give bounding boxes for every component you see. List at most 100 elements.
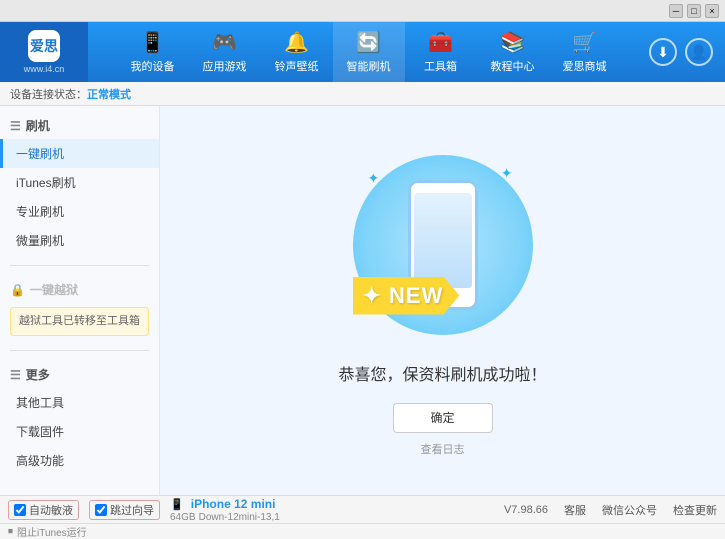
nav-apps-games-label: 应用游戏: [203, 58, 247, 74]
jailbreak-section-header: 🔒 一键越狱: [0, 276, 159, 303]
auto-complete-label: 自动敏液: [29, 502, 73, 518]
nav-ringtones-label: 铃声壁纸: [275, 58, 319, 74]
nav-my-device[interactable]: 📱 我的设备: [117, 22, 189, 82]
maximize-button[interactable]: □: [687, 4, 701, 18]
sidebar-divider-1: [10, 265, 149, 266]
sidebar-item-one-click-flash[interactable]: 一键刷机: [0, 139, 159, 168]
device-storage: 64GB: [170, 512, 196, 523]
download-firmware-label: 下载固件: [16, 425, 64, 439]
support-link[interactable]: 客服: [564, 502, 586, 518]
sidebar-item-pro-flash[interactable]: 专业刷机: [0, 197, 159, 226]
device-system-text: Down-12mini-13,1: [199, 512, 280, 523]
download-button[interactable]: ⬇: [649, 38, 677, 66]
new-badge-text: NEW: [389, 283, 443, 308]
jailbreak-lock-icon: 🔒: [10, 283, 25, 297]
nav-apps-games[interactable]: 🎮 应用游戏: [189, 22, 261, 82]
show-today-link[interactable]: 查看日志: [421, 441, 465, 457]
main-area: ☰ 刷机 一键刷机 iTunes刷机 专业刷机 微量刷机 🔒 一键越狱: [0, 106, 725, 495]
content-area: ✦ ✦ ✦ NEW 恭喜您，保资料刷机成功啦！ 确定 查看日志: [160, 106, 725, 495]
bottom-checkboxes: 自动敏液 跳过向导: [8, 500, 160, 520]
advanced-label: 高级功能: [16, 454, 64, 468]
main-nav: 📱 我的设备 🎮 应用游戏 🔔 铃声壁纸 🔄 智能刷机 🧰 工具箱 📚 教程中心…: [88, 22, 649, 82]
ringtones-icon: 🔔: [284, 30, 309, 55]
flash-section-title: 刷机: [26, 117, 50, 134]
new-banner: NEW: [353, 277, 460, 315]
nav-ringtones[interactable]: 🔔 铃声壁纸: [261, 22, 333, 82]
itunes-status-text: 阻止iTunes运行: [17, 524, 87, 539]
my-device-icon: 📱: [140, 30, 165, 55]
phone-screen: [414, 193, 472, 288]
toolbox-icon: 🧰: [428, 30, 453, 55]
title-bar: ─ □ ×: [0, 0, 725, 22]
logo-icon: 爱思: [28, 30, 60, 62]
skip-wizard-label: 跳过向导: [110, 502, 154, 518]
nav-my-device-label: 我的设备: [131, 58, 175, 74]
account-button[interactable]: 👤: [685, 38, 713, 66]
close-button[interactable]: ×: [705, 4, 719, 18]
nav-tutorial[interactable]: 📚 教程中心: [477, 22, 549, 82]
nav-smart-flash-label: 智能刷机: [347, 58, 391, 74]
pro-flash-label: 专业刷机: [16, 205, 64, 219]
apps-games-icon: 🎮: [212, 30, 237, 55]
confirm-btn-label: 确定: [430, 409, 454, 426]
nav-smart-flash[interactable]: 🔄 智能刷机: [333, 22, 405, 82]
sidebar: ☰ 刷机 一键刷机 iTunes刷机 专业刷机 微量刷机 🔒 一键越狱: [0, 106, 160, 495]
minimize-button[interactable]: ─: [669, 4, 683, 18]
nav-right-buttons: ⬇ 👤: [649, 38, 725, 66]
sidebar-item-advanced[interactable]: 高级功能: [0, 446, 159, 475]
tutorial-icon: 📚: [500, 30, 525, 55]
flash-section-header: ☰ 刷机: [0, 112, 159, 139]
jailbreak-section-title: 一键越狱: [30, 281, 78, 298]
nav-tutorial-label: 教程中心: [491, 58, 535, 74]
shop-icon: 🛒: [572, 30, 597, 55]
sidebar-flash-section: ☰ 刷机 一键刷机 iTunes刷机 专业刷机 微量刷机: [0, 106, 159, 261]
status-value: 正常模式: [87, 86, 131, 102]
other-tools-label: 其他工具: [16, 396, 64, 410]
nav-shop-label: 爱思商城: [563, 58, 607, 74]
logo: 爱思 www.i4.cn: [0, 22, 88, 82]
check-update-link[interactable]: 检查更新: [673, 502, 717, 518]
skip-wizard-checkbox[interactable]: 跳过向导: [89, 500, 160, 520]
jailbreak-notice-text: 越狱工具已转移至工具箱: [19, 315, 140, 327]
jailbreak-notice: 越狱工具已转移至工具箱: [10, 307, 149, 336]
sidebar-item-download-firmware[interactable]: 下载固件: [0, 417, 159, 446]
sparkle-topleft: ✦: [368, 170, 380, 187]
sidebar-divider-2: [10, 350, 149, 351]
flash-section-icon: ☰: [10, 119, 21, 133]
window-controls[interactable]: ─ □ ×: [669, 4, 719, 18]
auto-complete-checkbox[interactable]: 自动敏液: [8, 500, 79, 520]
auto-complete-input[interactable]: [14, 504, 26, 516]
nav-shop[interactable]: 🛒 爱思商城: [549, 22, 621, 82]
device-info: 📱 iPhone 12 mini 64GB Down-12mini-13,1: [170, 497, 280, 523]
header: 爱思 www.i4.cn 📱 我的设备 🎮 应用游戏 🔔 铃声壁纸 🔄 智能刷机…: [0, 22, 725, 82]
nav-toolbox-label: 工具箱: [424, 58, 457, 74]
version-text: V7.98.66: [504, 504, 548, 516]
sidebar-item-data-flash[interactable]: 微量刷机: [0, 226, 159, 255]
itunes-stop-icon: ⏹: [8, 526, 13, 537]
nav-toolbox[interactable]: 🧰 工具箱: [405, 22, 477, 82]
sidebar-more-section: ☰ 更多 其他工具 下载固件 高级功能: [0, 355, 159, 481]
sidebar-item-itunes-flash[interactable]: iTunes刷机: [0, 168, 159, 197]
itunes-status-bar: ⏹ 阻止iTunes运行: [0, 523, 725, 539]
logo-url: www.i4.cn: [24, 64, 65, 74]
one-click-flash-label: 一键刷机: [16, 147, 64, 161]
phone-illustration: ✦ ✦ ✦ NEW: [343, 145, 543, 345]
device-name: iPhone 12 mini: [191, 497, 276, 511]
itunes-flash-label: iTunes刷机: [16, 176, 76, 190]
status-label: 设备连接状态：: [10, 86, 87, 102]
data-flash-label: 微量刷机: [16, 234, 64, 248]
more-section-header: ☰ 更多: [0, 361, 159, 388]
bottom-bar: 自动敏液 跳过向导 📱 iPhone 12 mini 64GB Down-12m…: [0, 495, 725, 523]
sparkle-topright: ✦: [501, 165, 513, 182]
bottom-right: V7.98.66 客服 微信公众号 检查更新: [504, 502, 717, 518]
confirm-button[interactable]: 确定: [393, 403, 493, 433]
more-section-title: 更多: [26, 366, 50, 383]
wechat-link[interactable]: 微信公众号: [602, 502, 657, 518]
more-section-icon: ☰: [10, 368, 21, 382]
device-icon: 📱: [170, 499, 184, 511]
success-message: 恭喜您，保资料刷机成功啦！: [338, 361, 546, 385]
skip-wizard-input[interactable]: [95, 504, 107, 516]
smart-flash-icon: 🔄: [356, 30, 381, 55]
status-bar: 设备连接状态： 正常模式: [0, 82, 725, 106]
sidebar-item-other-tools[interactable]: 其他工具: [0, 388, 159, 417]
